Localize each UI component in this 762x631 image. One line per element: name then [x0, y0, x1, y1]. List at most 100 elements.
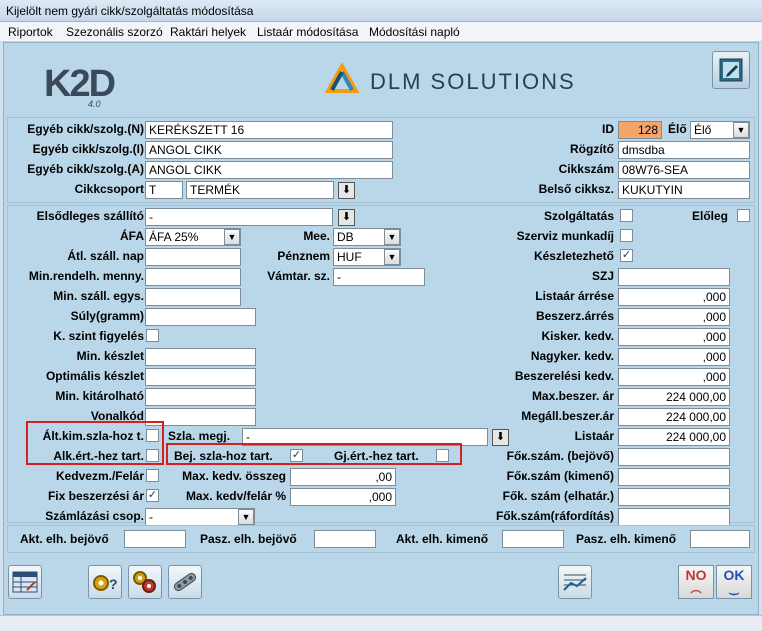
supplier-lookup-button[interactable]: ⬇	[338, 209, 355, 226]
service-work-checkbox[interactable]	[620, 229, 633, 242]
gears-icon	[133, 571, 156, 593]
k2d-logo: K2D 4.0	[44, 63, 154, 109]
gj-ert-checkbox[interactable]	[436, 449, 449, 462]
list-margin-field[interactable]: ,000	[618, 288, 730, 306]
ok-button-label: OK	[723, 567, 745, 583]
ledger-out-field[interactable]	[618, 468, 730, 486]
elo-select-value: Élő	[694, 123, 712, 137]
billing-group-value: -	[149, 510, 153, 524]
grid-icon	[12, 571, 38, 593]
akt-out-field[interactable]	[502, 530, 564, 548]
name-i-field[interactable]: ANGOL CIKK	[145, 141, 393, 159]
ledger-acc-field[interactable]	[618, 488, 730, 506]
group-name-field[interactable]: TERMÉK	[186, 181, 334, 199]
main-panel: K2D 4.0 DLM SOLUTIONS Egyéb cikk/szolg.(…	[3, 42, 759, 615]
akt-in-field[interactable]	[124, 530, 186, 548]
ledger-exp-field[interactable]	[618, 508, 730, 526]
avg-days-field[interactable]	[145, 248, 241, 266]
max-purchase-field[interactable]: 224 000,00	[618, 388, 730, 406]
vat-dropdown-icon[interactable]: ▼	[224, 229, 240, 245]
gj-ert-label: Gj.ért.-hez tart.	[334, 449, 419, 463]
k-level-checkbox[interactable]	[146, 329, 159, 342]
unit-dropdown-icon[interactable]: ▼	[384, 229, 400, 245]
ok-button[interactable]: OK ‿	[716, 565, 752, 599]
menu-raktari-helyek[interactable]: Raktári helyek	[170, 25, 246, 39]
elo-label: Élő	[668, 122, 687, 136]
purchase-margin-field[interactable]: ,000	[618, 308, 730, 326]
pasz-in-field[interactable]	[314, 530, 376, 548]
opt-stock-field[interactable]	[145, 368, 256, 386]
max-disc-pct-field[interactable]: ,000	[290, 488, 396, 506]
weight-field[interactable]	[145, 308, 256, 326]
item-no-field[interactable]: 08W76-SEA	[618, 161, 750, 179]
k2d-logo-text: K2D	[44, 63, 116, 105]
help-gears-icon: ?	[93, 575, 118, 592]
list-price-field[interactable]: 224 000,00	[618, 428, 730, 446]
gears-button[interactable]	[128, 565, 162, 599]
grid-button[interactable]	[8, 565, 42, 599]
szj-label: SZJ	[591, 269, 614, 283]
company-logo-icon	[324, 63, 360, 93]
help-gears-button[interactable]: ?	[88, 565, 122, 599]
szj-field[interactable]	[618, 268, 730, 286]
group-code-field[interactable]: T	[145, 181, 183, 199]
alt-kim-checkbox[interactable]	[146, 429, 159, 442]
id-label: ID	[602, 122, 614, 136]
min-stock-field[interactable]	[145, 348, 256, 366]
currency-label: Pénznem	[277, 249, 330, 263]
menu-szezonalis-szorzo[interactable]: Szezonális szorzó	[66, 25, 163, 39]
title-bar: Kijelölt nem gyári cikk/szolgáltatás mód…	[0, 0, 762, 22]
fixed-price-checkbox[interactable]: ✓	[146, 489, 159, 502]
menu-riportok[interactable]: Riportok	[8, 25, 53, 39]
menu-modositasi-naplo[interactable]: Módosítási napló	[369, 25, 460, 39]
retail-disc-label: Kisker. kedv.	[541, 329, 615, 343]
discount-label: Kedvezm./Felár	[55, 469, 144, 483]
max-disc-amt-label: Max. kedv. összeg	[182, 469, 286, 483]
customs-field[interactable]: -	[333, 268, 425, 286]
supplier-field[interactable]: -	[145, 208, 333, 226]
min-unit-field[interactable]	[145, 288, 241, 306]
alk-ert-checkbox[interactable]	[146, 449, 159, 462]
ledger-exp-label: Fők.szám(ráfordítás)	[495, 509, 614, 523]
pasz-out-field[interactable]	[690, 530, 750, 548]
menu-listaar-modositasa[interactable]: Listaár módosítása	[257, 25, 358, 39]
chart-button[interactable]	[558, 565, 592, 599]
customs-label: Vámtar. sz.	[267, 269, 330, 283]
stock-checkbox[interactable]: ✓	[620, 249, 633, 262]
item-no-label: Cikkszám	[558, 162, 614, 176]
stock-label: Készletezhető	[533, 249, 614, 263]
max-disc-amt-field[interactable]: ,00	[290, 468, 396, 486]
purchase-disc-field[interactable]: ,000	[618, 368, 730, 386]
elo-dropdown-icon[interactable]: ▼	[733, 122, 749, 138]
internal-field[interactable]: KUKUTYIN	[618, 181, 750, 199]
group-lookup-button[interactable]: ⬇	[338, 182, 355, 199]
edit-icon	[719, 58, 743, 82]
name-a-field[interactable]: ANGOL CIKK	[145, 161, 393, 179]
szla-megj-lookup-button[interactable]: ⬇	[492, 429, 509, 446]
currency-dropdown-icon[interactable]: ▼	[384, 249, 400, 265]
retail-disc-field[interactable]: ,000	[618, 328, 730, 346]
status-bar	[0, 615, 762, 631]
min-order-field[interactable]	[145, 268, 241, 286]
akt-in-label: Akt. elh. bejövő	[20, 532, 109, 546]
edit-button[interactable]	[712, 51, 750, 89]
service-checkbox[interactable]	[620, 209, 633, 222]
bej-szla-checkbox[interactable]: ✓	[290, 449, 303, 462]
max-purchase-label: Max.beszer. ár	[531, 389, 614, 403]
no-button[interactable]: NO ︵	[678, 565, 714, 599]
advance-checkbox[interactable]	[737, 209, 750, 222]
id-field: 128	[618, 121, 662, 139]
company-logo: DLM SOLUTIONS	[324, 63, 584, 99]
k-level-label: K. szint figyelés	[53, 329, 144, 343]
min-out-field[interactable]	[145, 388, 256, 406]
discount-checkbox[interactable]	[146, 469, 159, 482]
name-n-field[interactable]: KERÉKSZETT 16	[145, 121, 393, 139]
billing-group-dropdown-icon[interactable]: ▼	[238, 509, 254, 525]
wholesale-disc-field[interactable]: ,000	[618, 348, 730, 366]
billing-group-label: Számlázási csop.	[45, 509, 144, 523]
min-stock-label: Min. készlet	[76, 349, 144, 363]
name-a-label: Egyéb cikk/szolg.(A)	[27, 162, 144, 176]
chain-button[interactable]	[168, 565, 202, 599]
ledger-in-field[interactable]	[618, 448, 730, 466]
fixed-purchase-field[interactable]: 224 000,00	[618, 408, 730, 426]
